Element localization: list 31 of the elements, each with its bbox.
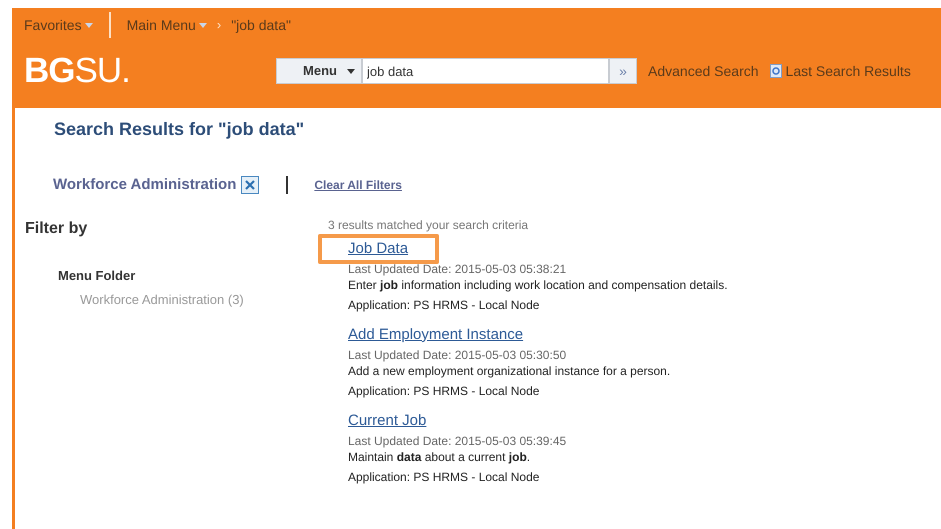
updated-date: Last Updated Date: 2015-05-03 05:39:45 bbox=[348, 432, 568, 448]
breadcrumb-item[interactable]: Main Menu bbox=[126, 14, 196, 36]
header-link[interactable]: Advanced Search bbox=[648, 60, 759, 82]
filter-option[interactable]: Workforce Administration (3) bbox=[80, 290, 325, 310]
result-link[interactable]: Job Data bbox=[348, 240, 408, 256]
caret-icon bbox=[347, 68, 355, 74]
updated-date: Last Updated Date: 2015-05-03 05:38:21 bbox=[348, 260, 568, 276]
application-label: Application: PS HRMS - Local Node bbox=[348, 382, 540, 398]
result-description: Enter job information including work location and compensation details. bbox=[348, 276, 728, 292]
result-description: Maintain data about a current job. bbox=[348, 448, 532, 464]
result-description: Add a new employment organizational instance for a person. bbox=[348, 362, 672, 378]
search-go-button[interactable]: » bbox=[609, 58, 637, 84]
close-icon[interactable] bbox=[241, 176, 260, 194]
page-title: Search Results for "job data" bbox=[54, 118, 306, 141]
breadcrumb-item[interactable]: Favorites bbox=[24, 14, 82, 36]
logo: BGSU. bbox=[24, 50, 131, 92]
breadcrumb-item[interactable]: "job data" bbox=[231, 14, 291, 36]
filter-tag: Workforce Administration bbox=[53, 174, 236, 196]
search-scope-dropdown[interactable]: Menu bbox=[276, 58, 362, 84]
breadcrumb-separator: › bbox=[216, 16, 222, 34]
filter-heading: Filter by bbox=[25, 218, 88, 238]
search-field[interactable]: job data bbox=[362, 58, 609, 84]
updated-date: Last Updated Date: 2015-05-03 05:30:50 bbox=[348, 346, 568, 362]
application-label: Application: PS HRMS - Local Node bbox=[348, 468, 540, 484]
header-link[interactable]: Last Search Results bbox=[786, 60, 911, 82]
filter-group-label: Menu Folder bbox=[58, 266, 136, 284]
results-summary: 3 results matched your search criteria bbox=[328, 216, 530, 232]
clear-filters-link[interactable]: Clear All Filters bbox=[314, 176, 402, 194]
result-link[interactable]: Current Job bbox=[348, 412, 426, 428]
result-link[interactable]: Add Employment Instance bbox=[348, 326, 524, 342]
application-label: Application: PS HRMS - Local Node bbox=[348, 296, 540, 312]
